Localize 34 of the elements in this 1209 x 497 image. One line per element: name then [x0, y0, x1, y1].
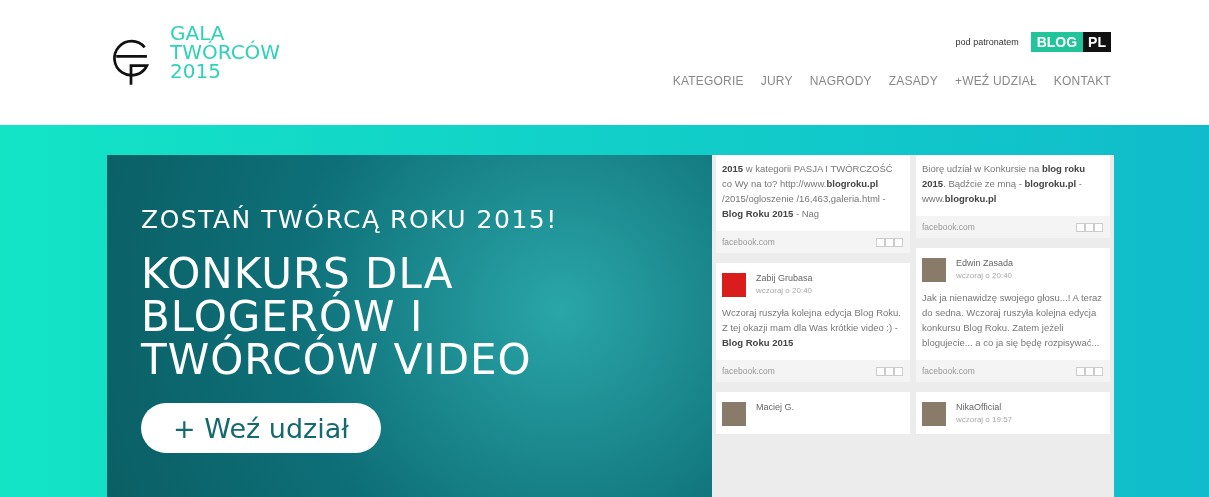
post-time: wczoraj o 20:40	[956, 271, 1014, 280]
share-icons[interactable]	[876, 366, 904, 376]
nav-link[interactable]: JURY	[760, 74, 793, 88]
author-name[interactable]: NikaOfficial	[956, 402, 1013, 412]
avatar-logo-icon	[722, 273, 746, 297]
nav-link[interactable]: +WEŹ UDZIAŁ	[954, 74, 1037, 88]
post-source[interactable]: facebook.com	[922, 222, 975, 232]
post-time: wczoraj o 20:40	[756, 286, 813, 295]
post-text: 2015 w kategorii PASJA I TWÓRCZOŚĆ co Wy na to? http://www.blogroku.pl /2015/ogloszenie /16,463,galeria.html - Blog Roku 2015 - Nag	[722, 162, 894, 221]
hero-title: KONKURS DLA BLOGERÓW I TWÓRCÓW VIDEO	[141, 252, 532, 381]
avatar-photo-placeholder	[922, 402, 946, 426]
author-name[interactable]: Zabij Grubasa	[756, 273, 813, 283]
avatar-photo-placeholder	[922, 258, 946, 282]
hero-kicker: ZOSTAŃ TWÓRCĄ ROKU 2015!	[141, 205, 558, 234]
share-icons[interactable]	[1076, 366, 1104, 376]
post-text: Wczoraj ruszyła kolejna edycja Blog Roku. Z tej okazji mam dla Was krótkie video :) - Blog Roku 2015	[722, 306, 902, 350]
share-icons[interactable]	[1076, 222, 1104, 232]
join-button[interactable]: + Weź udział	[141, 403, 381, 453]
post-text: Jak ja nienawidzę swojego głosu...! A teraz do sedna. Wczoraj ruszyła kolejna edycja konkursu Blog Roku. Zatem jeżeli blogujecie... a co ja się będę rozpisywać...	[922, 291, 1104, 350]
post-source[interactable]: facebook.com	[722, 366, 775, 376]
nav-link[interactable]: ZASADY	[888, 74, 938, 88]
author-name[interactable]: Maciej G.	[756, 402, 794, 412]
patronage-label: pod patronatem	[955, 37, 1019, 47]
post-text: Biorę udział w Konkursie na blog roku 2015. Bądźcie ze mną - blogroku.pl - www.blogroku.pl	[922, 162, 1087, 206]
nav-link[interactable]: NAGRODY	[809, 74, 872, 88]
post-source[interactable]: facebook.com	[922, 366, 975, 376]
nav-link[interactable]: KONTAKT	[1053, 74, 1111, 88]
author-name[interactable]: Edwin Zasada	[956, 258, 1014, 268]
post-time: wczoraj o 19:57	[956, 415, 1013, 424]
logo-text: GALA TWÓRCÓW 2015	[170, 24, 281, 81]
avatar-photo-placeholder	[722, 402, 746, 426]
nav-link[interactable]: KATEGORIE	[672, 74, 744, 88]
post-source[interactable]: facebook.com	[722, 237, 775, 247]
share-icons[interactable]	[876, 237, 904, 247]
